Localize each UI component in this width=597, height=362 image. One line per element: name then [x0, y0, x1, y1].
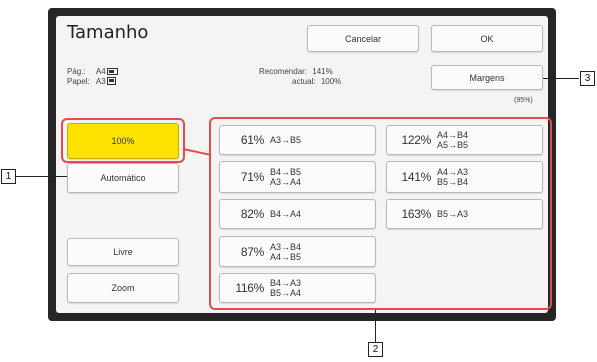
page-label: Pág.:	[67, 67, 86, 76]
callout-1: 1	[1, 169, 16, 184]
auto-button[interactable]: Automático	[67, 163, 179, 193]
page-title: Tamanho	[67, 22, 149, 43]
callout-3: 3	[580, 71, 595, 86]
recommended-info: Recomendar: 141%	[259, 67, 333, 77]
cancel-button[interactable]: Cancelar	[307, 25, 419, 52]
recommended-label: Recomendar:	[259, 67, 308, 76]
free-button[interactable]: Livre	[67, 238, 179, 266]
highlight-100-button	[61, 118, 185, 163]
paper-label: Papel:	[67, 77, 90, 86]
page-size-value: A4	[95, 67, 106, 76]
margins-button[interactable]: Margens	[431, 65, 543, 90]
callout-1-leader	[15, 176, 67, 177]
callout-2-leader	[375, 310, 376, 342]
highlight-zoom-presets	[209, 117, 552, 310]
paper-size-value: A3	[95, 77, 106, 86]
landscape-paper-icon	[106, 68, 118, 75]
current-info: actual: 100%	[292, 77, 341, 87]
recommended-value: 141%	[312, 67, 333, 76]
page-size-info: Pág.: A4	[67, 67, 118, 77]
callout-2: 2	[368, 342, 383, 357]
portrait-paper-icon	[106, 77, 116, 85]
margins-value: (95%)	[514, 97, 533, 104]
ok-button[interactable]: OK	[431, 25, 543, 52]
zoom-button[interactable]: Zoom	[67, 273, 179, 303]
paper-size-info: Papel: A3	[67, 77, 116, 87]
current-value: 100%	[320, 77, 342, 86]
current-label: actual:	[292, 77, 316, 86]
callout-3-leader	[543, 78, 579, 79]
